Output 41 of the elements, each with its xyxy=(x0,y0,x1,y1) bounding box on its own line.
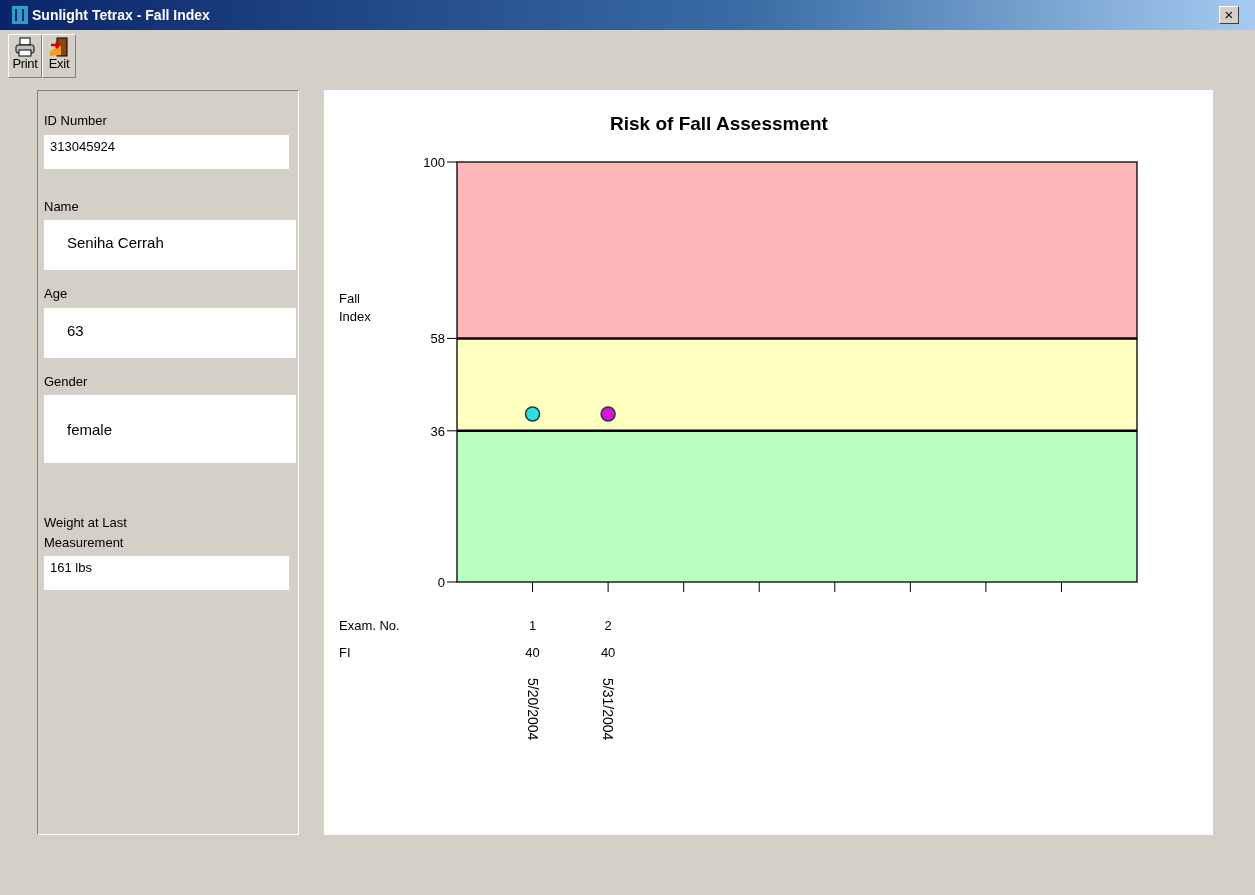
print-button[interactable]: Print xyxy=(8,34,42,78)
field-value: 161 lbs xyxy=(44,556,289,590)
field-label: Name xyxy=(44,197,80,216)
exam-date: 5/20/2004 xyxy=(524,678,541,741)
y-tick-label: 36 xyxy=(430,423,445,439)
x-tick xyxy=(985,581,987,593)
x-tick xyxy=(607,581,609,593)
door-icon xyxy=(49,37,69,57)
field-value: Seniha Cerrah xyxy=(44,220,296,270)
chart-title: Risk of Fall Assessment xyxy=(610,113,828,134)
y-tick-label: 0 xyxy=(437,575,445,590)
exam-number: 2 xyxy=(604,618,612,633)
field-value: female xyxy=(44,395,296,463)
printer-icon xyxy=(15,37,35,57)
x-tick xyxy=(683,581,685,593)
row-label: FI xyxy=(339,645,351,660)
x-tick xyxy=(1060,581,1062,593)
close-button[interactable]: × xyxy=(1219,6,1239,24)
field-label: Gender xyxy=(44,372,89,391)
y-tick-label: 58 xyxy=(430,331,445,347)
y-tick-label: 100 xyxy=(423,155,445,170)
x-tick xyxy=(909,581,911,593)
app-icon xyxy=(12,6,28,24)
field-label: ID Number xyxy=(44,112,108,130)
y-axis-label: Fall Index xyxy=(339,291,371,324)
exam-number: 1 xyxy=(528,618,537,633)
fall-index-value: 40 xyxy=(525,645,540,660)
row-label: Exam. No. xyxy=(339,618,400,633)
field-value: 313045924 xyxy=(44,134,289,169)
y-tick xyxy=(446,581,458,583)
exit-button[interactable]: Exit xyxy=(42,34,76,78)
exam-date: 5/31/2004 xyxy=(600,678,617,741)
x-tick xyxy=(532,581,534,593)
window-title: Sunlight Tetrax - Fall Index xyxy=(32,5,210,25)
x-tick xyxy=(834,581,836,593)
x-tick xyxy=(758,581,760,593)
field-label: Age xyxy=(44,285,69,303)
field-label: Weight at Last Measurement xyxy=(44,514,128,552)
field-value: 63 xyxy=(44,307,296,358)
fall-index-value: 40 xyxy=(600,645,616,660)
y-tick xyxy=(446,161,458,163)
